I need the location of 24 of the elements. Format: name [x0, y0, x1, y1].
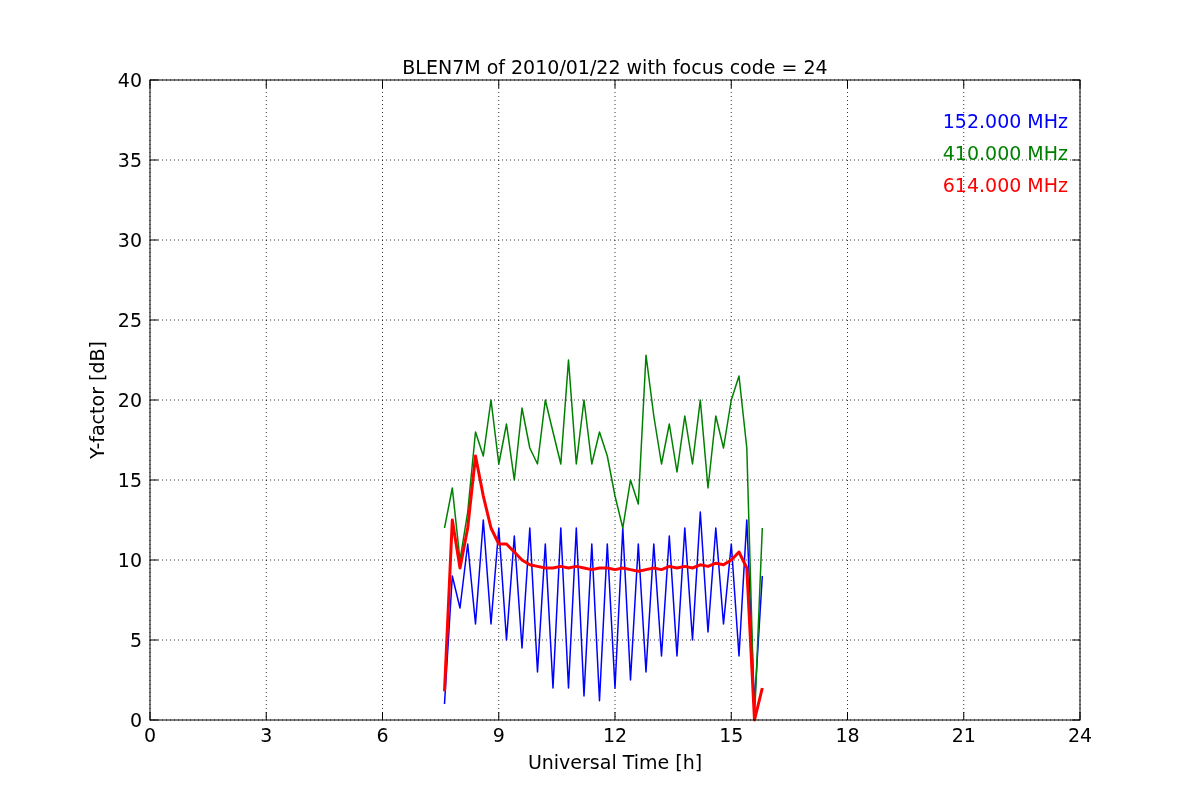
- legend-label: 410.000 MHz: [942, 142, 1068, 164]
- tick-label: 10: [117, 549, 142, 571]
- legend-label: 614.000 MHz: [942, 174, 1068, 196]
- tick-label: 3: [260, 724, 273, 746]
- tick-label: 35: [117, 149, 142, 171]
- tick-label: 5: [129, 629, 142, 651]
- axis-label: Y-factor [dB]: [86, 341, 108, 459]
- tick-label: 15: [117, 469, 142, 491]
- tick-label: 20: [117, 389, 142, 411]
- tick-label: 30: [117, 229, 142, 251]
- axis-label: Universal Time [h]: [527, 751, 703, 773]
- tick-label: 40: [117, 69, 142, 91]
- tick-label: 12: [602, 724, 628, 746]
- tick-label: 24: [1067, 724, 1093, 746]
- tick-label: 0: [129, 709, 142, 731]
- tick-label: 18: [835, 724, 860, 746]
- tick-label: 15: [719, 724, 744, 746]
- chart-title: BLEN7M of 2010/01/22 with focus code = 24: [402, 56, 828, 78]
- tick-label: 25: [117, 309, 142, 331]
- tick-label: 21: [951, 724, 976, 746]
- tick-label: 6: [376, 724, 389, 746]
- legend-label: 152.000 MHz: [942, 110, 1068, 132]
- tick-label: 9: [492, 724, 505, 746]
- tick-label: 0: [143, 724, 157, 746]
